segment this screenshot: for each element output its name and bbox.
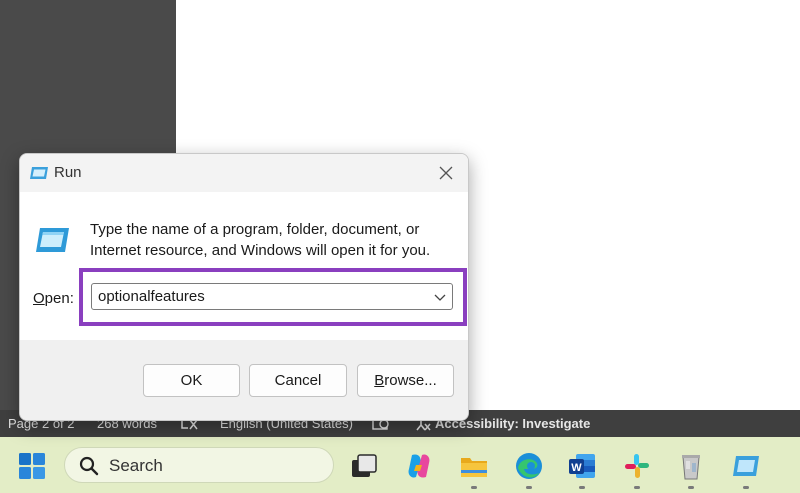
- recycle-bin-icon: [682, 455, 700, 480]
- start-button[interactable]: [17, 451, 47, 481]
- task-view-icon: [352, 454, 377, 477]
- svg-text:W: W: [571, 462, 582, 474]
- search-placeholder: Search: [109, 456, 163, 475]
- search-icon: [79, 456, 99, 476]
- run-taskbar-button[interactable]: [731, 451, 761, 481]
- copilot-button[interactable]: [404, 451, 434, 481]
- browse-label: rowse...: [384, 372, 437, 389]
- folder-icon: [461, 458, 487, 477]
- file-explorer-button[interactable]: [459, 451, 489, 481]
- run-icon: [733, 456, 759, 476]
- run-program-icon: [36, 228, 69, 252]
- running-indicator: [526, 486, 532, 489]
- running-indicator: [688, 486, 694, 489]
- windows-start-icon: [19, 453, 45, 479]
- dialog-description: Type the name of a program, folder, docu…: [90, 221, 431, 259]
- running-indicator: [634, 486, 640, 489]
- open-combobox[interactable]: [91, 283, 453, 310]
- run-icon: [30, 167, 48, 179]
- copilot-icon: [408, 454, 430, 478]
- cancel-button[interactable]: Cancel: [249, 364, 347, 397]
- open-label-text: pen:: [44, 290, 74, 307]
- word-icon: W: [569, 454, 595, 478]
- dialog-titlebar[interactable]: Run: [20, 154, 468, 192]
- edge-browser-icon: [516, 453, 542, 479]
- close-button[interactable]: [432, 160, 460, 186]
- task-view-button[interactable]: [349, 451, 379, 481]
- recycle-bin-button[interactable]: [676, 451, 706, 481]
- open-label: Open:: [33, 290, 74, 307]
- taskbar-search[interactable]: Search: [64, 447, 334, 483]
- open-label-accelerator: O: [33, 290, 45, 307]
- word-button[interactable]: W: [567, 451, 597, 481]
- open-input[interactable]: [98, 288, 418, 305]
- slack-icon: [625, 454, 649, 478]
- dialog-footer: OK Cancel Browse...: [20, 340, 468, 420]
- edge-button[interactable]: [514, 451, 544, 481]
- running-indicator: [471, 486, 477, 489]
- running-indicator: [579, 486, 585, 489]
- close-icon: [439, 166, 453, 180]
- ok-button[interactable]: OK: [143, 364, 240, 397]
- browse-accelerator: B: [374, 372, 385, 389]
- dialog-body: Type the name of a program, folder, docu…: [20, 192, 468, 340]
- taskbar: Search W: [0, 437, 800, 493]
- running-indicator: [743, 486, 749, 489]
- slack-button[interactable]: [622, 451, 652, 481]
- chevron-down-icon[interactable]: [433, 290, 447, 304]
- run-dialog: Run Type the name of a program, folder, …: [19, 153, 469, 421]
- browse-button[interactable]: Browse...: [357, 364, 454, 397]
- dialog-title: Run: [54, 164, 82, 181]
